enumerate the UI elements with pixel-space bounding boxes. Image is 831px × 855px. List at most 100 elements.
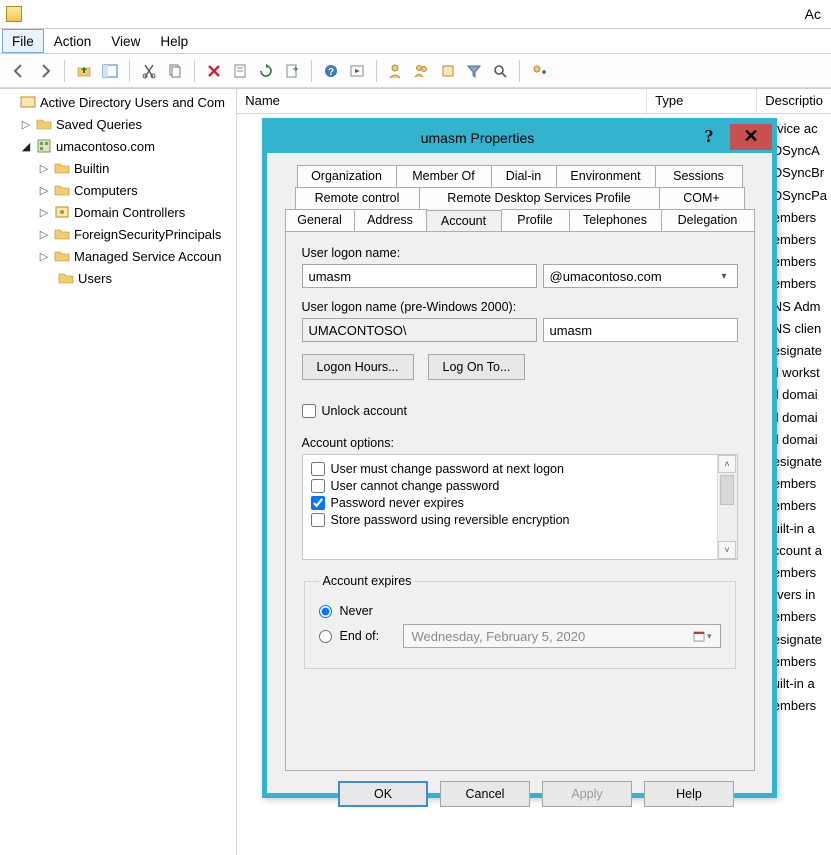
chevron-right-icon[interactable]: ▷ <box>20 118 32 131</box>
list-row-fragment: embers <box>773 229 827 251</box>
properties-dialog: umasm Properties ? ✕ Organization Member… <box>262 118 777 798</box>
account-options-list[interactable]: User must change password at next logon … <box>302 454 738 560</box>
menu-action[interactable]: Action <box>44 29 102 53</box>
expires-never[interactable]: Never <box>319 604 721 618</box>
new-user-icon[interactable] <box>385 60 407 82</box>
find-icon[interactable] <box>489 60 511 82</box>
expires-date-picker[interactable]: Wednesday, February 5, 2020 ▾ <box>403 624 721 648</box>
expires-date-value: Wednesday, February 5, 2020 <box>412 629 586 644</box>
chevron-right-icon[interactable]: ▷ <box>38 184 50 197</box>
tree-pane[interactable]: Active Directory Users and Com ▷ Saved Q… <box>0 89 237 855</box>
copy-icon[interactable] <box>164 60 186 82</box>
run-icon[interactable] <box>346 60 368 82</box>
delete-icon[interactable] <box>203 60 225 82</box>
dialog-close-button[interactable]: ✕ <box>730 124 772 150</box>
cancel-button[interactable]: Cancel <box>440 781 530 807</box>
chevron-down-icon: ▾ <box>717 271 730 282</box>
column-type[interactable]: Type <box>647 89 757 113</box>
tab-telephones[interactable]: Telephones <box>570 209 662 231</box>
unlock-account-label: Unlock account <box>322 404 407 418</box>
tree-users[interactable]: Users <box>4 267 236 289</box>
tab-address[interactable]: Address <box>355 209 427 231</box>
options-scrollbar[interactable]: ˄ ˅ <box>717 455 737 559</box>
tab-general[interactable]: General <box>285 209 355 231</box>
list-row-fragment: embers <box>773 495 827 517</box>
nav-back-icon[interactable] <box>8 60 30 82</box>
apply-button[interactable]: Apply <box>542 781 632 807</box>
cut-icon[interactable] <box>138 60 160 82</box>
opt-must-change[interactable]: User must change password at next logon <box>311 462 709 476</box>
toolbar: ? <box>0 54 831 88</box>
list-row-fragment: rvers in <box>773 584 827 606</box>
help-button[interactable]: Help <box>644 781 734 807</box>
chevron-right-icon[interactable]: ▷ <box>38 162 50 175</box>
tree-fsp[interactable]: ▷ ForeignSecurityPrincipals <box>4 223 236 245</box>
tree-root[interactable]: Active Directory Users and Com <box>4 91 236 113</box>
tree-computers[interactable]: ▷ Computers <box>4 179 236 201</box>
logon-hours-button[interactable]: Logon Hours... <box>302 354 414 380</box>
opt-never-expires[interactable]: Password never expires <box>311 496 709 510</box>
tab-remote-control[interactable]: Remote control <box>295 187 420 209</box>
tree-builtin[interactable]: ▷ Builtin <box>4 157 236 179</box>
log-on-to-button[interactable]: Log On To... <box>428 354 526 380</box>
menu-help[interactable]: Help <box>150 29 198 53</box>
tab-organization[interactable]: Organization <box>297 165 397 187</box>
up-folder-icon[interactable] <box>73 60 95 82</box>
account-options-label: Account options: <box>302 436 738 450</box>
new-ou-icon[interactable] <box>437 60 459 82</box>
logon-name-input[interactable] <box>302 264 537 288</box>
tree-domain-controllers[interactable]: ▷ Domain Controllers <box>4 201 236 223</box>
tab-profile[interactable]: Profile <box>502 209 570 231</box>
list-row-fragment: NS Adm <box>773 296 827 318</box>
prewin-user-input[interactable] <box>543 318 738 342</box>
refresh-icon[interactable] <box>255 60 277 82</box>
tab-dial-in[interactable]: Dial-in <box>492 165 557 187</box>
unlock-account-checkbox[interactable]: Unlock account <box>302 404 738 418</box>
account-expires-group: Account expires Never End of: Wednesday,… <box>304 574 736 669</box>
opt-reversible[interactable]: Store password using reversible encrypti… <box>311 513 709 527</box>
tree-label: umacontoso.com <box>56 139 155 154</box>
chevron-right-icon[interactable]: ▷ <box>38 250 50 263</box>
tab-delegation[interactable]: Delegation <box>662 209 755 231</box>
tree-saved-queries[interactable]: ▷ Saved Queries <box>4 113 236 135</box>
dialog-help-button[interactable]: ? <box>688 124 730 150</box>
new-group-icon[interactable] <box>411 60 433 82</box>
help-icon[interactable]: ? <box>320 60 342 82</box>
chevron-right-icon[interactable]: ▷ <box>38 228 50 241</box>
scroll-up-icon[interactable]: ˄ <box>718 455 736 473</box>
export-icon[interactable] <box>281 60 303 82</box>
expires-end-of[interactable]: End of: Wednesday, February 5, 2020 ▾ <box>319 624 721 648</box>
scroll-down-icon[interactable]: ˅ <box>718 541 736 559</box>
add-to-group-icon[interactable] <box>528 60 550 82</box>
tab-sessions[interactable]: Sessions <box>656 165 743 187</box>
column-name[interactable]: Name <box>237 89 647 113</box>
properties-icon[interactable] <box>229 60 251 82</box>
filter-icon[interactable] <box>463 60 485 82</box>
scroll-thumb[interactable] <box>720 475 734 505</box>
tree-label: Domain Controllers <box>74 205 185 220</box>
upn-suffix-combo[interactable]: @umacontoso.com ▾ <box>543 264 738 288</box>
menu-view[interactable]: View <box>101 29 150 53</box>
tree-domain[interactable]: ◢ umacontoso.com <box>4 135 236 157</box>
list-row-fragment: esignate <box>773 451 827 473</box>
show-hide-tree-icon[interactable] <box>99 60 121 82</box>
tab-environment[interactable]: Environment <box>557 165 656 187</box>
menu-file[interactable]: File <box>2 29 44 53</box>
ok-button[interactable]: OK <box>338 781 428 807</box>
tree-msa[interactable]: ▷ Managed Service Accoun <box>4 245 236 267</box>
list-row-fragment: ccount a <box>773 540 827 562</box>
nav-forward-icon[interactable] <box>34 60 56 82</box>
tab-com-plus[interactable]: COM+ <box>660 187 745 209</box>
list-row-fragment: uilt-in a <box>773 518 827 540</box>
list-row-fragment: embers <box>773 651 827 673</box>
tab-rds-profile[interactable]: Remote Desktop Services Profile <box>420 187 660 209</box>
chevron-right-icon[interactable]: ▷ <box>38 206 50 219</box>
chevron-down-icon[interactable]: ◢ <box>20 140 32 153</box>
tab-member-of[interactable]: Member Of <box>397 165 492 187</box>
tab-account[interactable]: Account <box>427 210 502 232</box>
column-description[interactable]: Descriptio <box>757 89 831 113</box>
opt-cannot-change[interactable]: User cannot change password <box>311 479 709 493</box>
list-header[interactable]: Name Type Descriptio <box>237 89 831 114</box>
dialog-title-bar[interactable]: umasm Properties ? ✕ <box>267 123 772 153</box>
unlock-account-input[interactable] <box>302 404 316 418</box>
